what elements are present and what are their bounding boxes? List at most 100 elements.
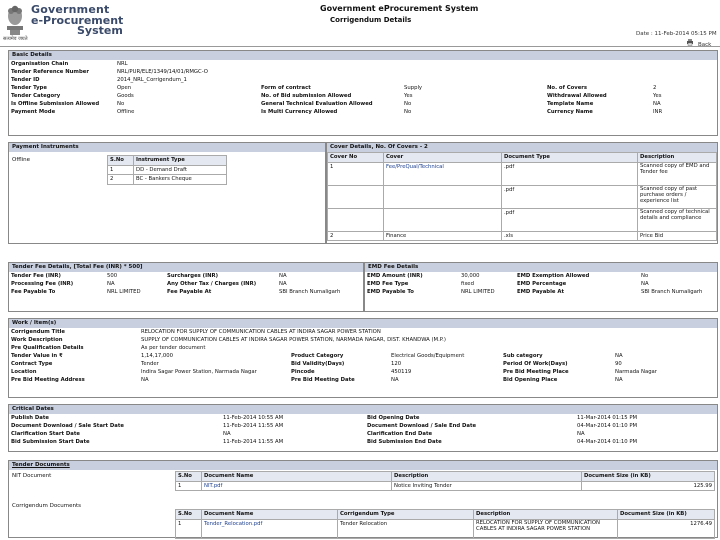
document-link[interactable]: Tender_Relocation.pdf [201,518,338,539]
cell: 2 [327,230,384,241]
label: Location [11,369,37,375]
table-row: 1 Tender_Relocation.pdf Tender Relocation R… [175,518,715,539]
work-items-section: Work / Item(s) Corrigendum Title RELOCATI… [8,318,718,398]
label: EMD Fee Type [367,281,409,287]
system-title: Government eProcurement System [320,4,479,13]
brand-line3: System [77,24,123,37]
table-row: EMD Payable To NRL LIMITED EMD Payable At S… [365,288,717,296]
page-header: सत्यमेव जयते Government e-Procurement Sy… [0,0,720,48]
value: 1,14,17,000 [141,353,174,359]
table-header-row: S.No Instrument Type [107,155,227,166]
document-link[interactable]: NIT.pdf [201,480,392,491]
work-items-table: Corrigendum Title RELOCATION FOR SUPPLY O… [9,328,717,384]
emblem-caption: सत्यमेव जयते [3,36,28,42]
label: Contract Type [11,361,53,367]
cell: .pdf [501,161,638,186]
page-title: Corrigendum Details [330,16,412,24]
label: Pincode [291,369,315,375]
value: NA [615,353,623,359]
value: Electrical Goods/Equipment [391,353,465,359]
table-row: 2 Finance .xls Price Bid [327,230,717,241]
label: Document Download / Sale End Date [367,423,477,429]
label: Tender Value in ₹ [11,353,63,359]
value: 11-Feb-2014 11:55 AM [223,423,284,429]
column-header: Document Size (in KB) [581,471,715,482]
basic-details-table: Organisation Chain NRL Tender Reference N… [9,60,717,116]
value: NRL [117,61,128,67]
table-row: Processing Fee (INR) NA Any Other Tax / Ch… [9,280,363,288]
value: NA [615,377,623,383]
cell: 2 [107,174,134,185]
cell: .xls [501,230,638,241]
column-header: S.No [107,155,134,166]
label: Is Multi Currency Allowed [261,109,338,115]
nit-document-label: NIT Document [12,473,52,479]
label: Pre Qualification Details [11,345,84,351]
value: NRL/PUR/ELE/1349/14/01/RMGC-O [117,69,208,75]
table-row: Tender ID 2014_NRL_Corrigendum_1 [9,76,717,84]
emd-fee-section: EMD Fee Details EMD Amount (INR) 30,000 EM… [364,262,718,312]
column-header: Description [473,509,618,520]
section-title: Work / Item(s) [9,319,717,328]
value: 90 [615,361,622,367]
label: Bid Submission Start Date [11,439,90,445]
label: Clarification End Date [367,431,433,437]
cover-details-table: Cover No Cover Document Type Description 1F… [327,152,717,241]
table-row: Tender Type Open Form of contract Supply No.… [9,84,717,92]
value: No [641,273,649,279]
table-row: 1 Fee/PreQual/Technical .pdf Scanned copy o… [327,161,717,186]
label: Bid Submission End Date [367,439,442,445]
value: Yes [653,93,662,99]
label: Period Of Work(Days) [503,361,568,367]
value: SUPPLY OF COMMUNICATION CABLES AT INDIRA… [141,337,446,343]
table-row: Bid Submission Start Date 11-Feb-2014 11:… [9,438,717,446]
table-row: Fee Payable To NRL LIMITED Fee Payable At S… [9,288,363,296]
label: Product Category [291,353,344,359]
value: Open [117,85,132,91]
table-row: .pdf Scanned copy of past purchase orders… [327,184,717,209]
value: NRL LIMITED [107,289,141,295]
section-title: Cover Details, No. Of Covers - 2 [327,143,717,152]
nit-documents-table: S.No Document Name Description Document Siz… [175,471,715,491]
value: 11-Feb-2014 11:55 AM [223,439,284,445]
tender-documents-section: Tender Documents NIT Document S.No Docume… [8,460,718,539]
label: Processing Fee (INR) [11,281,74,287]
label: Corrigendum Title [11,329,66,335]
value: NA [107,281,115,287]
header-divider [0,46,720,47]
label: Pre Bid Meeting Date [291,377,355,383]
label: Bid Opening Place [503,377,558,383]
column-header: Document Type [501,152,638,163]
value: As per tender document [141,345,206,351]
label: Is Offline Submission Allowed [11,101,100,107]
column-header: Description [637,152,717,163]
value: Goods [117,93,134,99]
table-row: Publish Date 11-Feb-2014 10:55 AM Bid Open… [9,414,717,422]
table-row: 1 DD - Demand Draft [107,164,227,175]
cell: 1 [175,480,202,491]
column-header: Instrument Type [133,155,227,166]
label: Tender Fee (INR) [11,273,61,279]
table-row: Tender Fee (INR) 500 Surcharges (INR) NA [9,272,363,280]
back-link[interactable]: Back [698,42,711,48]
column-header: Cover [383,152,502,163]
cell: RELOCATION FOR SUPPLY OF COMMUNICATION C… [473,518,618,539]
label: No. of Covers [547,85,588,91]
section-title: Tender Documents [9,461,717,470]
table-header-row: S.No Document Name Corrigendum Type Descrip… [175,509,715,520]
value: 2014_NRL_Corrigendum_1 [117,77,187,83]
label: Organisation Chain [11,61,69,67]
value: 120 [391,361,402,367]
tender-fee-section: Tender Fee Details, [Total Fee (INR) * 5… [8,262,364,312]
table-row: Tender Value in ₹ 1,14,17,000 Product Cate… [9,352,717,360]
print-icon[interactable] [686,38,694,46]
column-header: Document Name [201,471,392,482]
table-row: Organisation Chain NRL [9,60,717,68]
cover-details-section: Cover Details, No. Of Covers - 2 Cover N… [326,142,718,244]
value: Supply [404,85,423,91]
label: Form of contract [261,85,311,91]
label: Tender ID [11,77,40,83]
table-header-row: Cover No Cover Document Type Description [327,152,717,163]
date-display: Date : 11-Feb-2014 05:15 PM [636,31,717,37]
value: 04-Mar-2014 01:10 PM [577,439,638,445]
